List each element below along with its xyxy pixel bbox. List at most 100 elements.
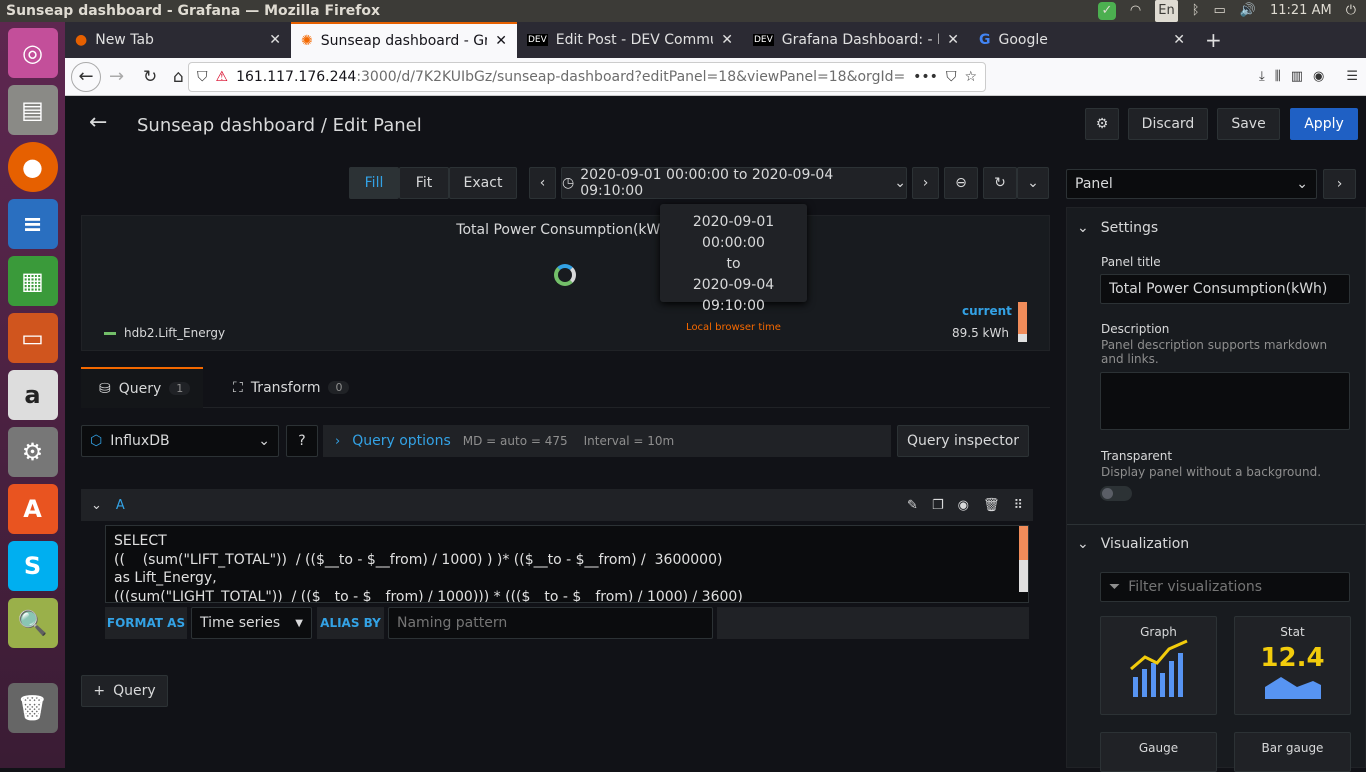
battery-icon[interactable]: ▭ [1214,0,1226,22]
visualization-section-header[interactable]: ⌄ Visualization [1077,536,1189,552]
time-forward-button[interactable]: › [912,167,939,199]
writer-icon[interactable]: ≡ [7,199,58,249]
time-back-button[interactable]: ‹ [529,167,556,199]
scrollbar[interactable] [1018,302,1027,342]
reload-icon[interactable]: ↻ [143,67,157,87]
drag-handle-icon[interactable]: ⠿ [1013,498,1023,513]
query-ref-id[interactable]: A [116,498,125,513]
collapse-pane-button[interactable]: › [1323,169,1356,199]
tab-label: Grafana Dashboard: - DEV [781,32,939,48]
close-icon[interactable]: ✕ [721,32,733,48]
amazon-icon[interactable]: a [7,370,58,420]
skype-icon[interactable]: S [7,541,58,591]
pocket-icon[interactable]: ⛉ [946,69,957,85]
datasource-help-button[interactable]: ? [286,425,318,457]
format-as-select[interactable]: Time series ▼ [191,607,312,639]
raw-query-editor[interactable]: SELECT (( (sum("LIFT_TOTAL")) / (($__to -… [105,525,1029,603]
settings-section-header[interactable]: ⌄ Settings [1077,220,1158,236]
impress-icon[interactable]: ▭ [7,313,58,363]
refresh-button[interactable]: ↻ [983,167,1017,199]
close-icon[interactable]: ✕ [495,33,507,49]
transparent-toggle[interactable] [1100,486,1132,501]
apply-button[interactable]: Apply [1290,108,1358,140]
legend-label: hdb2.Lift_Energy [124,326,226,340]
home-icon[interactable]: ⌂ [173,67,184,87]
close-icon[interactable]: ✕ [269,32,281,48]
datasource-select[interactable]: ⬡ InfluxDB ⌄ [81,425,279,457]
new-tab-button[interactable]: + [1195,22,1235,58]
query-options-bar[interactable]: › Query options MD = auto = 475 Interval = … [323,425,891,457]
forward-icon[interactable]: → [109,66,124,87]
settings-gear-button[interactable]: ⚙ [1085,108,1119,140]
close-icon[interactable]: ✕ [947,32,959,48]
menu-icon[interactable]: ☰ [1346,69,1358,84]
library-icon[interactable]: ⫼ [1275,69,1281,84]
zoom-out-button[interactable]: ⊖ [944,167,978,199]
tab-transform[interactable]: ⛶ Transform 0 [233,367,350,408]
back-arrow-icon[interactable]: ← [89,110,107,135]
add-query-button[interactable]: + Query [81,675,168,707]
time-range-picker[interactable]: ◷ 2020-09-01 00:00:00 to 2020-09-04 09:10… [561,167,907,199]
vis-name: Bar gauge [1261,741,1324,755]
alias-by-input[interactable] [388,607,713,639]
download-icon[interactable]: ⤓ [1259,69,1265,84]
duplicate-icon[interactable]: ❐ [932,498,944,513]
eye-icon[interactable]: ◉ [958,498,969,513]
insecure-lock-icon[interactable]: ⚠ [216,69,229,85]
image-viewer-icon[interactable]: 🔍 [7,598,58,648]
volume-icon[interactable]: 🔊 [1240,0,1256,22]
query-line: as Lift_Energy, [114,570,217,586]
calc-icon[interactable]: ▦ [7,256,58,306]
description-textarea[interactable] [1100,372,1350,430]
chevron-right-icon: › [335,433,341,449]
keyboard-lang[interactable]: En [1155,0,1178,22]
bookmark-star-icon[interactable]: ☆ [964,69,977,85]
vis-card-gauge[interactable]: Gauge [1100,732,1217,772]
fit-button[interactable]: Fit [399,167,449,199]
editor-scrollbar[interactable] [1019,526,1028,592]
sidebar-icon[interactable]: ▥ [1291,69,1303,84]
wifi-icon[interactable]: ◠ [1130,0,1141,22]
legend-item[interactable]: hdb2.Lift_Energy [104,326,225,340]
close-icon[interactable]: ✕ [1173,32,1185,48]
shield-icon[interactable]: ⛉ [197,69,208,85]
vis-card-graph[interactable]: Graph [1100,616,1217,715]
collapse-chevron-icon[interactable]: ⌄ [91,498,102,513]
vis-card-bar-gauge[interactable]: Bar gauge [1234,732,1351,772]
files-icon[interactable]: ▤ [7,85,58,135]
trash-icon[interactable]: 🗑 [983,498,1000,513]
vis-card-stat[interactable]: Stat 12.4 [1234,616,1351,715]
software-icon[interactable]: A [7,484,58,534]
settings-icon[interactable]: ⚙ [7,427,58,477]
account-icon[interactable]: ◉ [1313,69,1324,84]
update-icon[interactable]: ✓ [1097,2,1116,20]
filter-visualizations-input[interactable]: ⏷ [1100,572,1350,602]
bluetooth-icon[interactable]: ᛒ [1192,0,1200,22]
save-button[interactable]: Save [1217,108,1280,140]
discard-button[interactable]: Discard [1128,108,1208,140]
tab-new-tab[interactable]: ● New Tab ✕ [65,22,291,58]
gear-icon: ⚙ [1095,116,1109,132]
power-icon[interactable]: ⏻ [1346,0,1356,22]
options-pane-select[interactable]: Panel ⌄ [1066,169,1317,199]
clock[interactable]: 11:21 AM [1270,0,1332,22]
tab-grafana-dashboard-dev[interactable]: DEV Grafana Dashboard: - DEV ✕ [743,22,969,58]
back-icon[interactable]: ← [71,61,101,92]
trash-icon[interactable]: 🗑 [7,683,58,733]
tab-edit-post-dev[interactable]: DEV Edit Post - DEV Community ✕ [517,22,743,58]
tab-query[interactable]: ⛁ Query 1 [81,367,203,408]
url-bar[interactable]: ⛉ ⚠ 161.117.176.244:3000/d/7K2KUIbGz/sun… [188,61,986,92]
query-inspector-button[interactable]: Query inspector [897,425,1029,457]
panel-title-input[interactable] [1100,274,1350,304]
firefox-icon[interactable]: ● [7,142,58,192]
filter-text[interactable] [1128,579,1329,595]
refresh-interval-button[interactable]: ⌄ [1017,167,1049,199]
more-icon[interactable]: ••• [913,69,938,85]
legend-current-header[interactable]: current [962,304,1012,318]
tab-google[interactable]: G Google ✕ [969,22,1195,58]
exact-button[interactable]: Exact [449,167,517,199]
ubuntu-icon[interactable]: ◎ [7,28,58,78]
edit-pencil-icon[interactable]: ✎ [907,498,918,513]
tab-sunseap-dashboard[interactable]: ✺ Sunseap dashboard - Grafana ✕ [291,22,517,58]
fill-button[interactable]: Fill [349,167,399,199]
